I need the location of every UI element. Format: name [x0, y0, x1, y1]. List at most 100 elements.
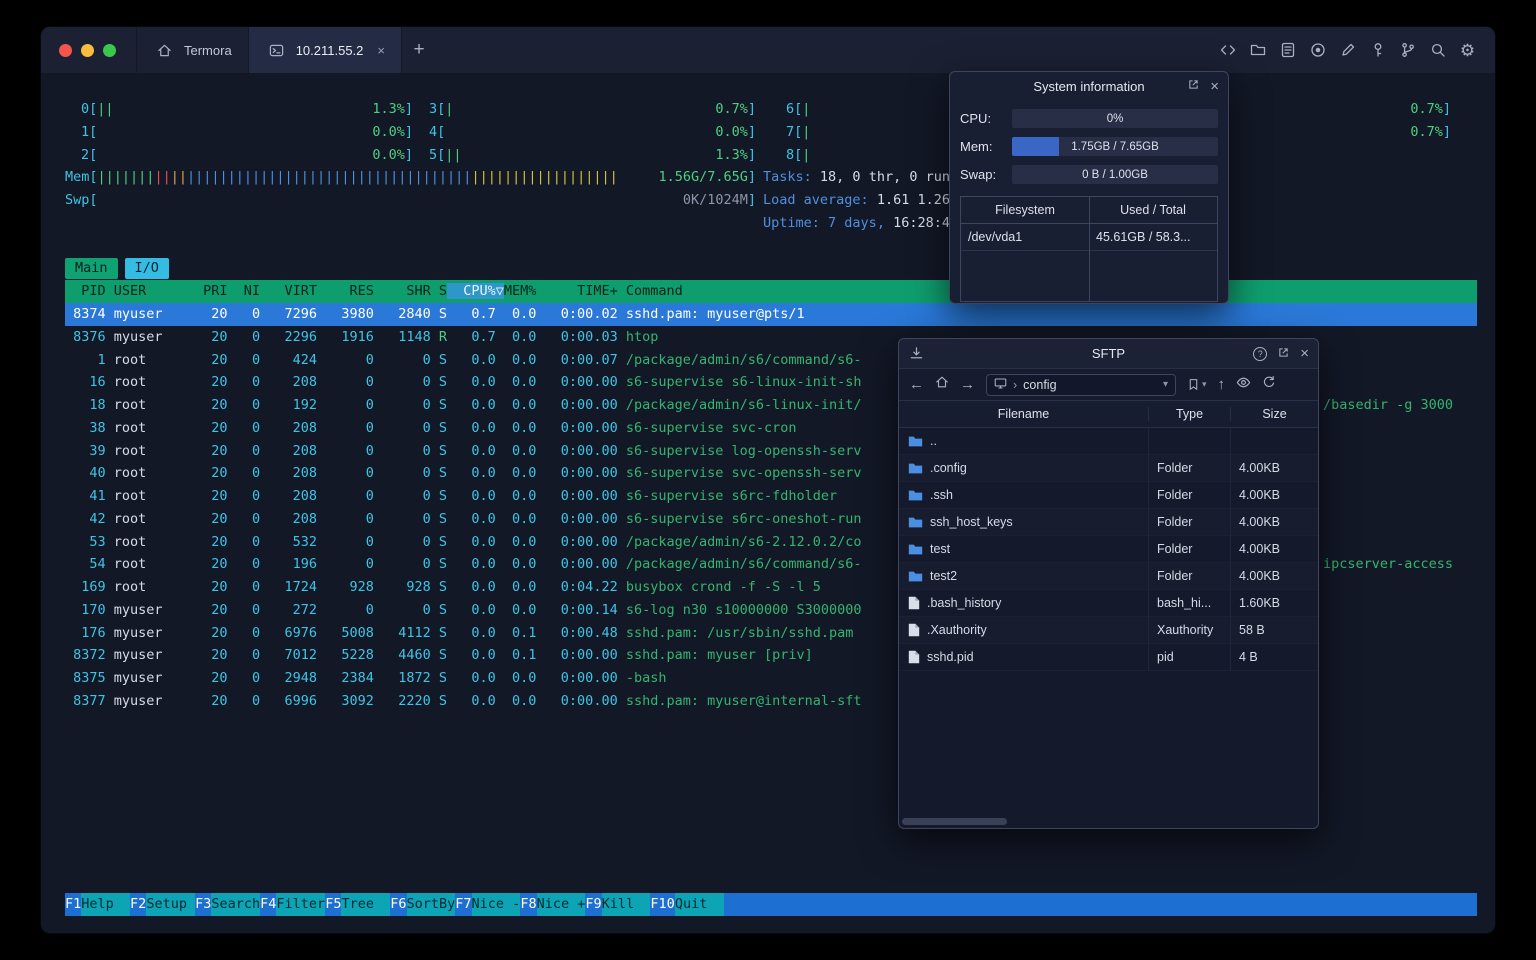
close-window-button[interactable]: [59, 43, 72, 57]
fkey-f10[interactable]: F10Quit: [650, 893, 724, 916]
file-row[interactable]: .config Folder 4.00KB: [899, 454, 1318, 482]
settings-icon[interactable]: ⚙: [1456, 38, 1479, 62]
cpu-line-0: 0[|| 1.3%] 3[| 0.7%] 6[| 0.7%]: [65, 98, 1477, 121]
fkey-f1[interactable]: F1Help: [65, 893, 131, 916]
fkey-f5[interactable]: F5Tree: [325, 893, 391, 916]
close-panel-icon[interactable]: ×: [1210, 79, 1219, 94]
path-breadcrumb[interactable]: › config ▾: [986, 373, 1176, 396]
filesystem-row[interactable]: /dev/vda1 45.61GB / 58.3...: [961, 224, 1217, 251]
file-name: sshd.pid: [927, 650, 974, 664]
cpu-usage-label: CPU:: [960, 111, 992, 126]
file-row[interactable]: test Folder 4.00KB: [899, 535, 1318, 563]
filesystem-rows: /dev/vda1 45.61GB / 58.3...: [961, 224, 1217, 251]
scrollbar-thumb[interactable]: [902, 818, 1007, 825]
fkey-f8[interactable]: F8Nice +: [520, 893, 586, 916]
memory-meter-label: Mem[: [65, 169, 98, 185]
bookmarks-control[interactable]: ▾: [1187, 378, 1207, 391]
file-name: .Xauthority: [927, 623, 987, 637]
swap-usage-label: Swap:: [960, 167, 997, 182]
file-size: [1231, 428, 1318, 455]
system-information-panel: System information × CPU: 0% Mem: 1.75GB…: [949, 71, 1229, 304]
process-row[interactable]: 8374 myuser 20 0 7296 3980 2840 S 0.7 0.…: [65, 303, 1477, 326]
swap-meter: Swp[0K/1024M]: [65, 189, 756, 212]
file-size: 4.00KB: [1239, 569, 1281, 583]
htop-tab-io[interactable]: I/O: [124, 258, 169, 279]
forward-icon[interactable]: →: [960, 377, 975, 392]
notes-icon[interactable]: [1276, 38, 1299, 62]
record-icon[interactable]: [1306, 38, 1329, 62]
cpu-meter-2: 2[0.0%]: [81, 147, 413, 163]
sftp-title: SFTP: [1091, 346, 1126, 361]
fkey-f4[interactable]: F4Filter: [260, 893, 326, 916]
new-tab-button[interactable]: +: [402, 27, 436, 73]
code-icon[interactable]: [1216, 38, 1239, 62]
file-row[interactable]: ..: [899, 427, 1318, 455]
file-row[interactable]: sshd.pid pid 4 B: [899, 643, 1318, 671]
filesystem-table: Filesystem Used / Total /dev/vda1 45.61GB…: [960, 196, 1218, 302]
file-row[interactable]: .Xauthority Xauthority 58 B: [899, 616, 1318, 644]
file-type: bash_hi...: [1149, 589, 1231, 617]
uptime-line: Uptime: 7 days, 16:28:42: [65, 212, 1477, 235]
fkey-f2[interactable]: F2Setup: [130, 893, 196, 916]
parent-directory-icon[interactable]: ↑: [1218, 377, 1226, 392]
size-column-header[interactable]: Size: [1231, 407, 1318, 421]
file-row[interactable]: ssh_host_keys Folder 4.00KB: [899, 508, 1318, 536]
folder-icon: [908, 516, 923, 529]
cpu-usage-bar: 0%: [1012, 109, 1218, 128]
back-icon[interactable]: ←: [909, 377, 924, 392]
bookmarks-chevron-icon[interactable]: ▾: [1202, 379, 1207, 390]
folder-icon: [908, 570, 923, 583]
command-overflow: ipcserver-access: [1323, 556, 1454, 573]
file-row[interactable]: test2 Folder 4.00KB: [899, 562, 1318, 590]
search-icon[interactable]: [1426, 38, 1449, 62]
sftp-toolbar: ← → › config ▾ ▾ ↑: [899, 369, 1318, 401]
open-in-window-icon[interactable]: [1187, 78, 1200, 94]
refresh-icon[interactable]: [1262, 375, 1276, 394]
minimize-window-button[interactable]: [81, 43, 94, 57]
key-icon[interactable]: [1366, 38, 1389, 62]
filesystem-column-header: Filesystem: [995, 203, 1055, 217]
process-table-header[interactable]: PID USER PRI NI VIRT RES SHR S CPU%▽MEM%…: [65, 280, 1477, 303]
file-row[interactable]: .bash_history bash_hi... 1.60KB: [899, 589, 1318, 617]
chevron-down-icon[interactable]: ▾: [1163, 379, 1168, 390]
show-hidden-icon[interactable]: [1236, 375, 1251, 395]
transfers-icon[interactable]: [909, 346, 924, 364]
fkey-f7[interactable]: F7Nice -: [455, 893, 521, 916]
swap-usage-row: Swap: 0 B / 1.00GB: [950, 165, 1228, 184]
fkey-f9[interactable]: F9Kill: [585, 893, 651, 916]
swap-line: Swp[0K/1024M] Load average: 1.61 1.26 0.…: [65, 189, 1477, 212]
cpu-usage-value: 0%: [1106, 112, 1124, 125]
cpu-meter-3: 3[| 0.7%]: [429, 101, 756, 117]
branch-icon[interactable]: [1396, 38, 1419, 62]
fkey-f6[interactable]: F6SortBy: [390, 893, 456, 916]
swap-usage-value: 0 B / 1.00GB: [1082, 168, 1148, 181]
swap-usage-bar: 0 B / 1.00GB: [1012, 165, 1218, 184]
cpu-meter-0: 0[|| 1.3%]: [81, 101, 413, 117]
filename-column-header[interactable]: Filename: [899, 407, 1149, 421]
sftp-titlebar: SFTP ? ×: [899, 339, 1318, 369]
edit-icon[interactable]: [1336, 38, 1359, 62]
tab-session[interactable]: 10.211.55.2 ×: [247, 27, 402, 73]
home-icon[interactable]: [935, 375, 949, 394]
close-panel-icon[interactable]: ×: [1300, 346, 1309, 361]
file-name: ..: [930, 434, 937, 448]
fkey-f3[interactable]: F3Search: [195, 893, 261, 916]
file-row[interactable]: .ssh Folder 4.00KB: [899, 481, 1318, 509]
zoom-window-button[interactable]: [103, 43, 116, 57]
open-in-window-icon[interactable]: [1277, 346, 1290, 362]
file-name: .config: [930, 461, 967, 475]
swap-meter-label: Swp[: [65, 192, 98, 208]
type-column-header[interactable]: Type: [1149, 407, 1231, 421]
file-name: ssh_host_keys: [930, 515, 1013, 529]
filesystem-table-header: Filesystem Used / Total: [961, 197, 1217, 224]
help-icon[interactable]: ?: [1253, 346, 1268, 361]
uptime-info: Uptime: 7 days, 16:28:42: [763, 215, 959, 231]
computer-icon: [994, 377, 1007, 393]
htop-tab-main[interactable]: Main: [65, 258, 118, 279]
horizontal-scrollbar[interactable]: [902, 818, 1313, 825]
terminal-icon: [265, 38, 288, 62]
tab-close-icon[interactable]: ×: [377, 43, 385, 58]
folder-icon[interactable]: [1246, 38, 1269, 62]
tab-termora[interactable]: Termora: [136, 27, 248, 73]
file-size: 58 B: [1239, 623, 1265, 637]
